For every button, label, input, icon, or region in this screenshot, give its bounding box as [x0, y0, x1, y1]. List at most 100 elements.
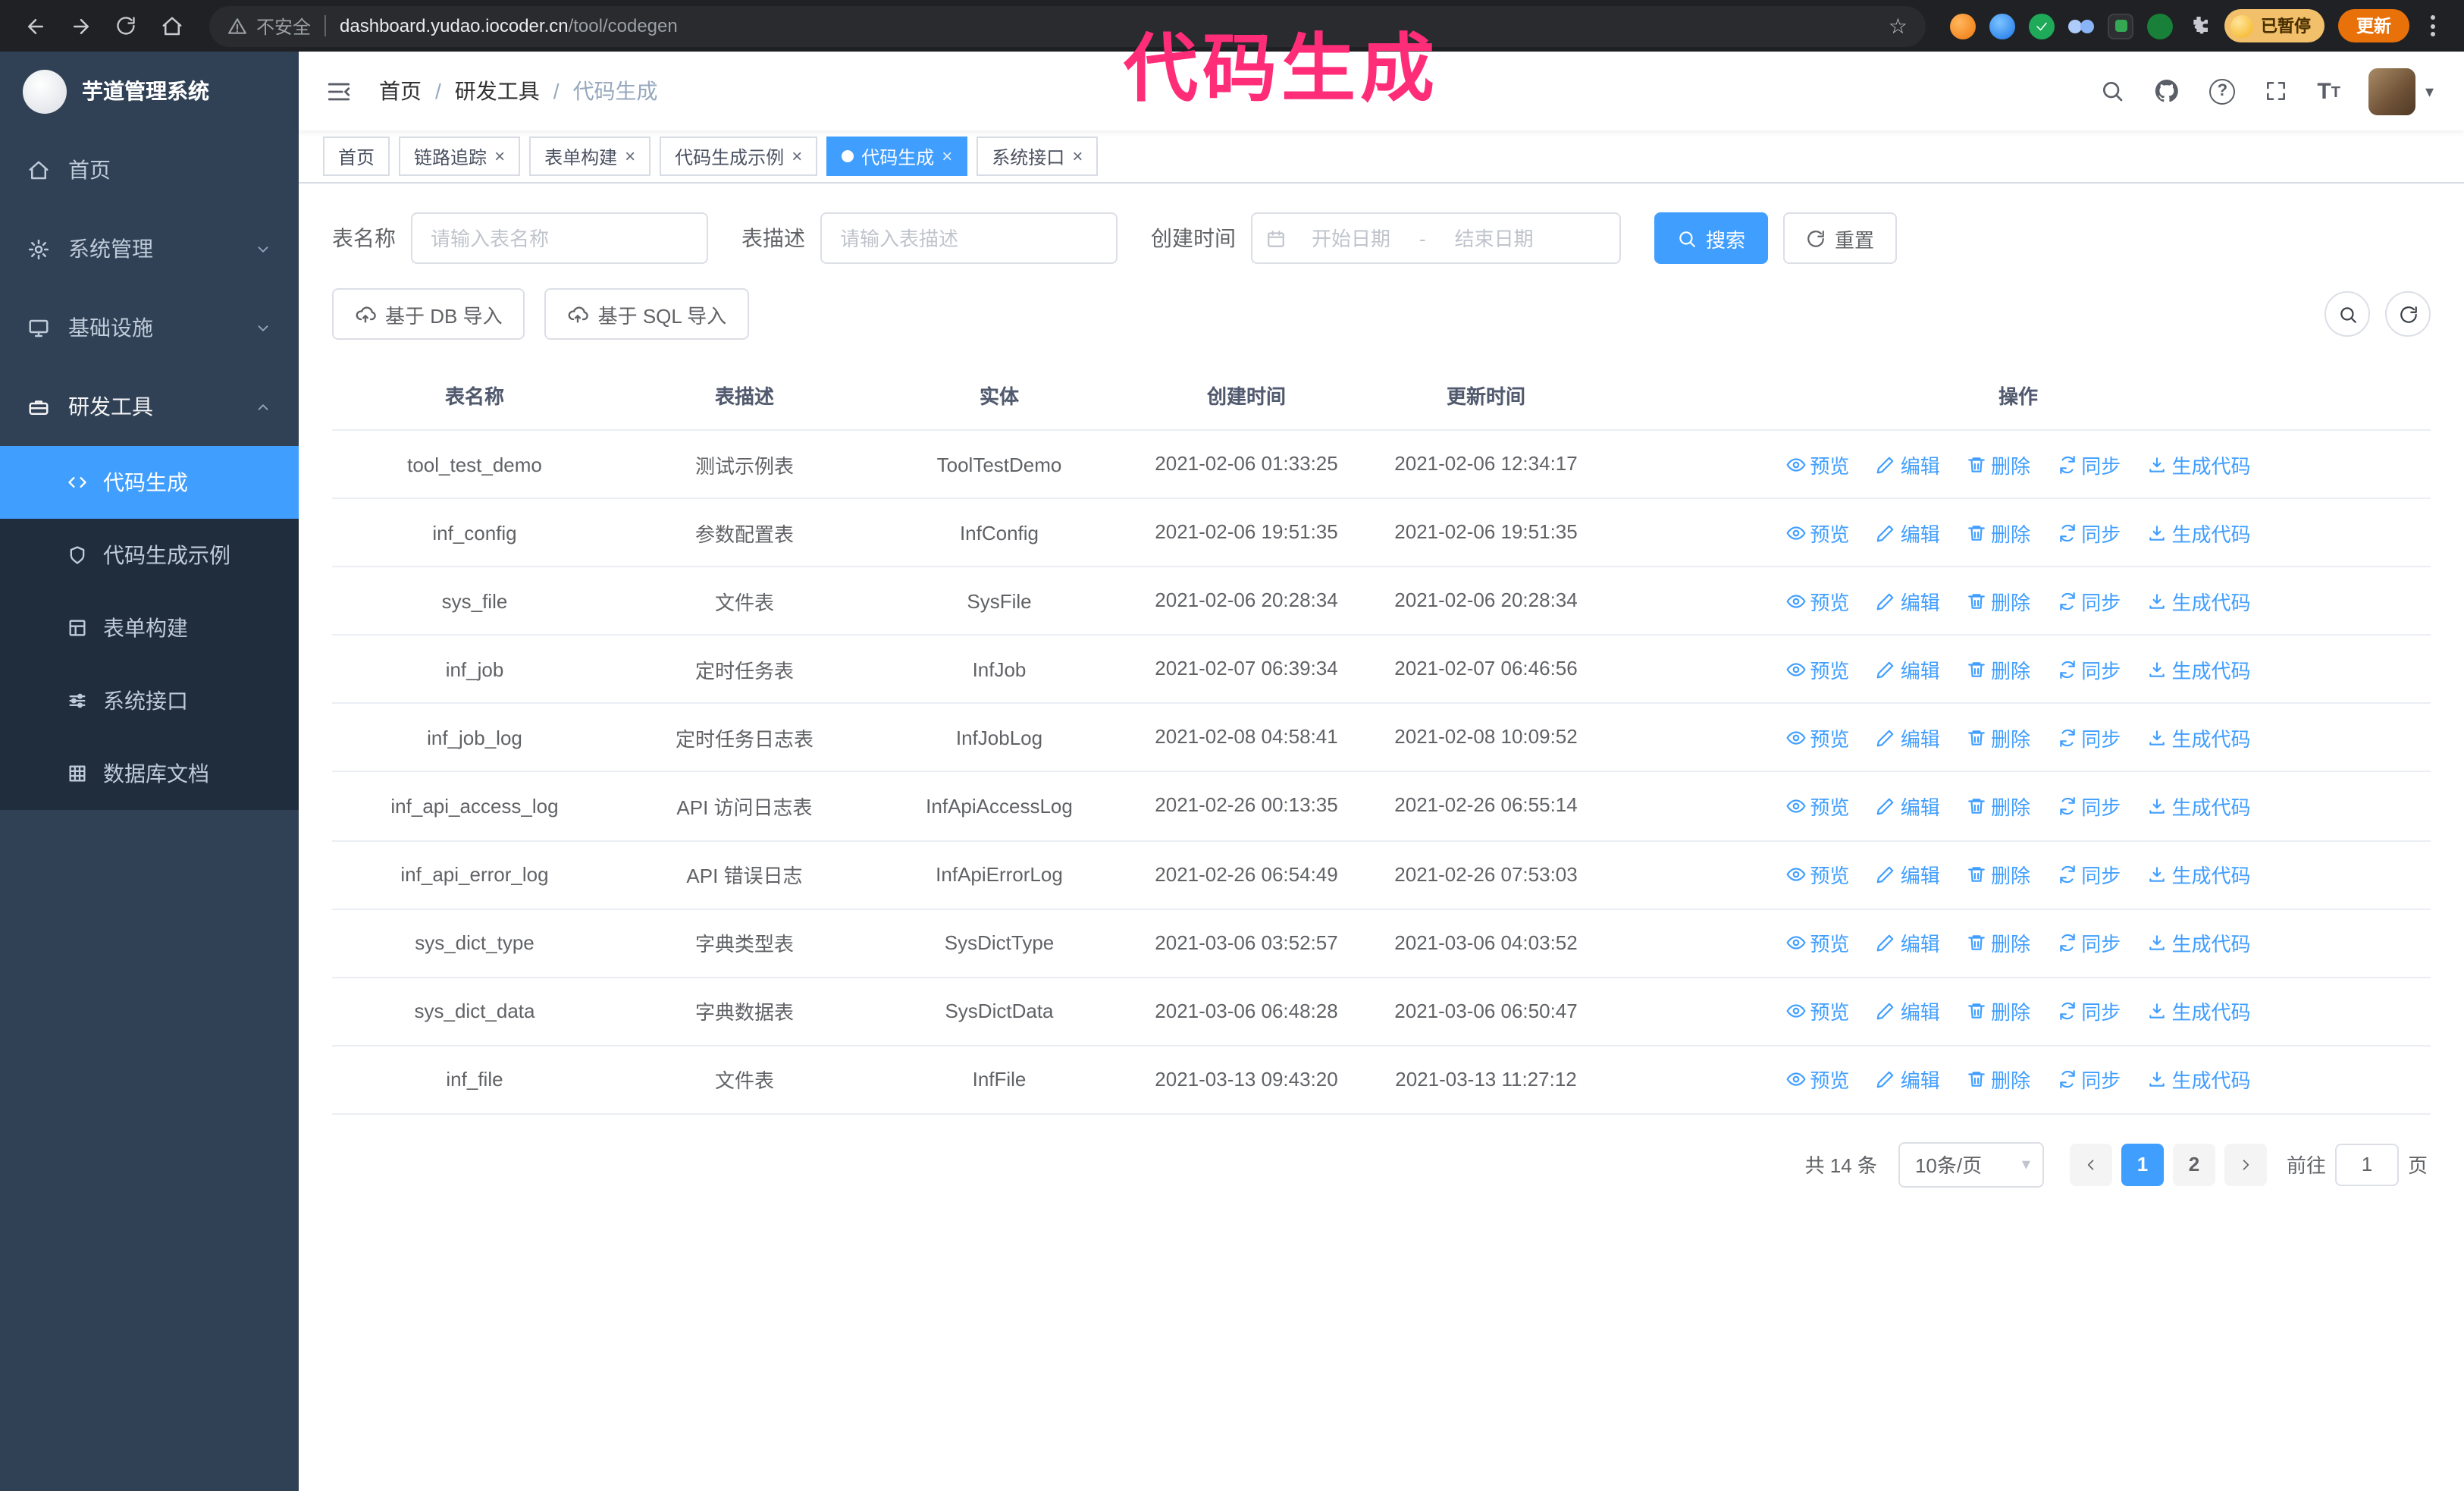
import-db-button[interactable]: 基于 DB 导入: [332, 288, 525, 340]
paused-badge[interactable]: 已暂停: [2224, 9, 2324, 42]
sync-link[interactable]: 同步: [2057, 997, 2121, 1026]
tab-codegen[interactable]: 代码生成 ×: [826, 137, 968, 176]
sidebar-item-home[interactable]: 首页: [0, 130, 299, 209]
extension-icon-orange[interactable]: [1950, 13, 1976, 39]
reload-button[interactable]: [106, 6, 146, 46]
logo[interactable]: 芋道管理系统: [0, 52, 299, 130]
sidebar-item-system[interactable]: 系统管理: [0, 209, 299, 288]
delete-link[interactable]: 删除: [1967, 997, 2030, 1026]
sync-link[interactable]: 同步: [2057, 792, 2121, 821]
preview-link[interactable]: 预览: [1785, 586, 1849, 615]
table-desc-input[interactable]: [820, 212, 1118, 264]
edit-link[interactable]: 编辑: [1876, 586, 1940, 615]
generate-code-link[interactable]: 生成代码: [2148, 655, 2251, 684]
delete-link[interactable]: 删除: [1967, 586, 2030, 615]
edit-link[interactable]: 编辑: [1876, 1066, 1940, 1094]
generate-code-link[interactable]: 生成代码: [2148, 724, 2251, 752]
sync-link[interactable]: 同步: [2057, 518, 2121, 547]
browser-menu-icon[interactable]: [2423, 15, 2443, 36]
extension-icon-blue-drop[interactable]: [1989, 13, 2015, 39]
reset-button[interactable]: 重置: [1783, 212, 1898, 264]
delete-link[interactable]: 删除: [1967, 655, 2030, 684]
refresh-table-button[interactable]: [2385, 291, 2431, 337]
sync-link[interactable]: 同步: [2057, 724, 2121, 752]
tab-home[interactable]: 首页: [323, 137, 390, 176]
back-button[interactable]: [15, 6, 55, 46]
sync-link[interactable]: 同步: [2057, 655, 2121, 684]
preview-link[interactable]: 预览: [1785, 655, 1849, 684]
delete-link[interactable]: 删除: [1967, 518, 2030, 547]
edit-link[interactable]: 编辑: [1876, 860, 1940, 889]
start-date-input[interactable]: [1286, 227, 1416, 250]
breadcrumb-dev-tools[interactable]: 研发工具: [455, 76, 540, 106]
generate-code-link[interactable]: 生成代码: [2148, 518, 2251, 547]
extension-icon-green-check[interactable]: [2029, 13, 2055, 39]
preview-link[interactable]: 预览: [1785, 792, 1849, 821]
bookmark-star-icon[interactable]: ☆: [1889, 13, 1908, 39]
preview-link[interactable]: 预览: [1785, 997, 1849, 1026]
next-page-button[interactable]: [2224, 1143, 2267, 1186]
edit-link[interactable]: 编辑: [1876, 997, 1940, 1026]
generate-code-link[interactable]: 生成代码: [2148, 928, 2251, 957]
delete-link[interactable]: 删除: [1967, 928, 2030, 957]
table-name-input[interactable]: [411, 212, 708, 264]
sync-link[interactable]: 同步: [2057, 586, 2121, 615]
extension-icon-green[interactable]: [2147, 13, 2173, 39]
browser-update-button[interactable]: 更新: [2338, 9, 2409, 42]
date-range-picker[interactable]: -: [1251, 212, 1621, 264]
sidebar-item-form-builder[interactable]: 表单构建: [0, 592, 299, 664]
page-button-1[interactable]: 1: [2121, 1143, 2164, 1186]
github-button[interactable]: [2153, 77, 2180, 105]
end-date-input[interactable]: [1428, 227, 1560, 250]
sync-link[interactable]: 同步: [2057, 450, 2121, 479]
edit-link[interactable]: 编辑: [1876, 724, 1940, 752]
import-sql-button[interactable]: 基于 SQL 导入: [544, 288, 750, 340]
address-bar[interactable]: 不安全 dashboard.yudao.iocoder.cn /tool/cod…: [209, 5, 1926, 46]
header-search-button[interactable]: [2100, 79, 2124, 103]
forward-button[interactable]: [61, 6, 100, 46]
goto-page-input[interactable]: [2334, 1143, 2399, 1186]
tab-form-builder[interactable]: 表单构建 ×: [529, 137, 651, 176]
edit-link[interactable]: 编辑: [1876, 792, 1940, 821]
delete-link[interactable]: 删除: [1967, 724, 2030, 752]
help-icon[interactable]: ?: [2209, 78, 2236, 104]
extension-icon-people[interactable]: [2068, 13, 2094, 39]
tab-api[interactable]: 系统接口 ×: [977, 137, 1099, 176]
close-icon[interactable]: ×: [1072, 147, 1083, 165]
close-icon[interactable]: ×: [494, 147, 505, 165]
generate-code-link[interactable]: 生成代码: [2148, 997, 2251, 1026]
sidebar-item-infra[interactable]: 基础设施: [0, 288, 299, 367]
sync-link[interactable]: 同步: [2057, 928, 2121, 957]
edit-link[interactable]: 编辑: [1876, 655, 1940, 684]
prev-page-button[interactable]: [2069, 1143, 2112, 1186]
extensions-puzzle-icon[interactable]: [2187, 14, 2211, 38]
page-size-select[interactable]: 10条/页 ▾: [1898, 1141, 2044, 1188]
page-button-2[interactable]: 2: [2172, 1143, 2215, 1186]
preview-link[interactable]: 预览: [1785, 450, 1849, 479]
delete-link[interactable]: 删除: [1967, 450, 2030, 479]
generate-code-link[interactable]: 生成代码: [2148, 860, 2251, 889]
preview-link[interactable]: 预览: [1785, 1066, 1849, 1094]
preview-link[interactable]: 预览: [1785, 928, 1849, 957]
close-icon[interactable]: ×: [625, 147, 635, 165]
close-icon[interactable]: ×: [942, 147, 952, 165]
sidebar-item-db-doc[interactable]: 数据库文档: [0, 737, 299, 810]
sync-link[interactable]: 同步: [2057, 1066, 2121, 1094]
edit-link[interactable]: 编辑: [1876, 450, 1940, 479]
delete-link[interactable]: 删除: [1967, 1066, 2030, 1094]
delete-link[interactable]: 删除: [1967, 792, 2030, 821]
close-icon[interactable]: ×: [792, 147, 802, 165]
sync-link[interactable]: 同步: [2057, 860, 2121, 889]
sidebar-item-dev-tools[interactable]: 研发工具: [0, 367, 299, 446]
breadcrumb-home[interactable]: 首页: [379, 76, 422, 106]
fullscreen-button[interactable]: [2264, 79, 2288, 103]
edit-link[interactable]: 编辑: [1876, 518, 1940, 547]
delete-link[interactable]: 删除: [1967, 860, 2030, 889]
generate-code-link[interactable]: 生成代码: [2148, 450, 2251, 479]
generate-code-link[interactable]: 生成代码: [2148, 792, 2251, 821]
toggle-search-button[interactable]: [2324, 291, 2370, 337]
font-size-button[interactable]: T T: [2317, 80, 2340, 102]
sidebar-item-api[interactable]: 系统接口: [0, 664, 299, 737]
user-menu[interactable]: ▾: [2368, 67, 2434, 115]
tab-tracing[interactable]: 链路追踪 ×: [399, 137, 521, 176]
